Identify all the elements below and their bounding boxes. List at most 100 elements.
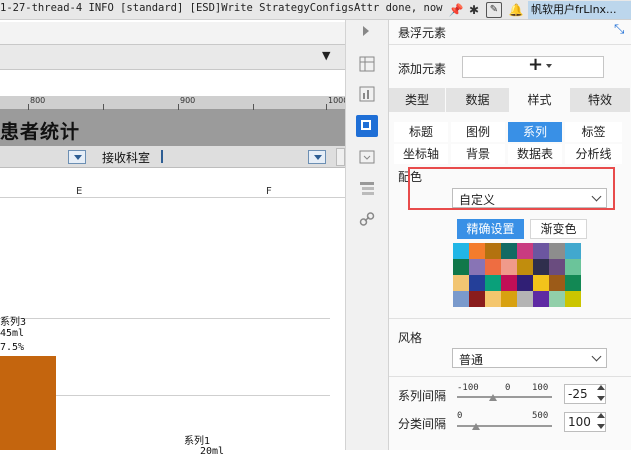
collapse-arrow-icon[interactable]: ⤡ — [614, 22, 624, 37]
color-swatch[interactable] — [549, 291, 565, 307]
param-cursor — [161, 150, 163, 163]
color-swatch[interactable] — [533, 275, 549, 291]
color-swatch[interactable] — [501, 275, 517, 291]
add-element-label: 添加元素 — [398, 62, 447, 76]
cell-element-icon[interactable] — [359, 56, 375, 72]
color-swatch[interactable] — [453, 243, 469, 259]
color-swatch[interactable] — [549, 275, 565, 291]
spin-up-icon[interactable] — [597, 413, 605, 418]
expand-arrow-icon[interactable] — [363, 26, 369, 36]
parameter-toolbar: ▼ — [0, 44, 345, 70]
side-icon-strip — [345, 20, 389, 450]
chart-gridline — [0, 318, 330, 319]
subtab-series[interactable]: 系列 — [508, 122, 562, 142]
canvas-gap — [0, 70, 345, 96]
color-swatch[interactable] — [501, 291, 517, 307]
color-swatch[interactable] — [517, 243, 533, 259]
series-gap-slider-track[interactable] — [457, 396, 552, 398]
user-menu[interactable]: 帆软用户frLlnx... — [528, 1, 631, 19]
dropdown-arrow-icon[interactable] — [546, 64, 552, 68]
color-swatch[interactable] — [517, 275, 533, 291]
data-label-series3-pct: 7.5% — [0, 342, 25, 353]
horizontal-ruler: 800 900 1000 — [0, 96, 348, 110]
color-swatch[interactable] — [565, 259, 581, 275]
column-header[interactable]: F — [266, 186, 272, 197]
bug-icon[interactable]: ✱ — [466, 2, 482, 18]
dropdown-arrow-icon[interactable] — [68, 150, 86, 164]
log-message: 1-27-thread-4 INFO [standard] [ESD]Write… — [0, 2, 445, 14]
pin-icon[interactable]: 📌 — [448, 2, 464, 18]
color-swatch[interactable] — [533, 291, 549, 307]
ruler-label: 800 — [30, 96, 46, 105]
color-swatch[interactable] — [533, 259, 549, 275]
subtab-datasheet[interactable]: 数据表 — [508, 144, 562, 164]
color-palette[interactable] — [453, 243, 581, 307]
edit-icon[interactable]: ✎ — [486, 2, 502, 18]
tab-type[interactable]: 类型 — [389, 88, 446, 112]
spin-down-icon[interactable] — [597, 396, 605, 401]
column-header-row — [0, 180, 345, 198]
data-label-series3-name: 系列3 — [0, 317, 27, 328]
color-swatch[interactable] — [469, 291, 485, 307]
color-swatch[interactable] — [533, 243, 549, 259]
data-label-series1-value: 20ml — [200, 446, 225, 457]
list-icon[interactable] — [359, 180, 375, 196]
color-swatch[interactable] — [469, 275, 485, 291]
widget-icon[interactable] — [359, 149, 375, 165]
category-gap-slider-thumb[interactable] — [472, 423, 480, 430]
dropdown-arrow-icon[interactable] — [308, 150, 326, 164]
color-swatch[interactable] — [469, 259, 485, 275]
tab-effects[interactable]: 特效 — [570, 88, 631, 112]
plus-icon[interactable]: + — [528, 54, 543, 75]
color-swatch[interactable] — [565, 291, 581, 307]
color-swatch[interactable] — [501, 259, 517, 275]
color-swatch[interactable] — [453, 275, 469, 291]
subtab-label[interactable]: 标签 — [565, 122, 622, 142]
color-swatch[interactable] — [485, 243, 501, 259]
color-swatch[interactable] — [565, 243, 581, 259]
color-swatch[interactable] — [453, 291, 469, 307]
color-swatch[interactable] — [485, 259, 501, 275]
sheet-strip — [0, 22, 345, 44]
parameter-row — [0, 146, 345, 168]
ruler-label: 900 — [180, 96, 196, 105]
highlight-box — [408, 167, 615, 210]
slider-max-label: 500 — [532, 411, 549, 421]
hyperlink-icon[interactable] — [359, 211, 375, 227]
subtab-legend[interactable]: 图例 — [451, 122, 505, 142]
tab-data[interactable]: 数据 — [446, 88, 510, 112]
subtab-background[interactable]: 背景 — [451, 144, 505, 164]
slider-mid-label: 0 — [505, 383, 511, 393]
category-gap-label: 分类间隔 — [398, 417, 447, 431]
series-gap-label: 系列间隔 — [398, 389, 447, 403]
color-swatch[interactable] — [453, 259, 469, 275]
subtab-title[interactable]: 标题 — [394, 122, 448, 142]
color-swatch[interactable] — [549, 259, 565, 275]
color-swatch[interactable] — [565, 275, 581, 291]
precise-setting-button[interactable]: 精确设置 — [457, 219, 524, 239]
data-label-series3-value: 45ml — [0, 328, 25, 339]
color-swatch[interactable] — [485, 275, 501, 291]
bell-icon[interactable]: 🔔 — [508, 2, 524, 18]
tab-style[interactable]: 样式 — [510, 88, 570, 112]
data-label-series1-name: 系列1 — [184, 436, 211, 447]
color-swatch[interactable] — [549, 243, 565, 259]
column-header[interactable]: E — [76, 186, 82, 197]
color-swatch[interactable] — [517, 259, 533, 275]
subtab-analysis-line[interactable]: 分析线 — [565, 144, 622, 164]
spin-up-icon[interactable] — [597, 385, 605, 390]
color-swatch[interactable] — [501, 243, 517, 259]
series-gap-slider-thumb[interactable] — [488, 394, 497, 401]
chart-element-icon[interactable] — [359, 86, 375, 102]
filter-icon[interactable]: ▼ — [322, 49, 330, 62]
divider — [389, 44, 631, 45]
color-swatch[interactable] — [517, 291, 533, 307]
color-swatch[interactable] — [485, 291, 501, 307]
chart-bar-series3[interactable] — [0, 356, 56, 450]
float-element-icon[interactable] — [356, 115, 378, 137]
param-query-button[interactable] — [336, 148, 345, 166]
color-swatch[interactable] — [469, 243, 485, 259]
subtab-axis[interactable]: 坐标轴 — [394, 144, 448, 164]
gradient-button[interactable]: 渐变色 — [530, 219, 587, 239]
spin-down-icon[interactable] — [597, 424, 605, 429]
